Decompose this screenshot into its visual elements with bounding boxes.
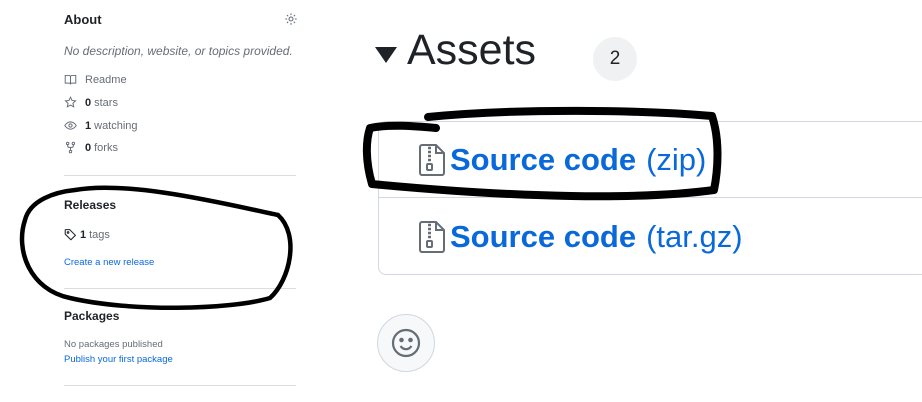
stars-link[interactable]: 0 stars: [64, 96, 118, 109]
about-heading: About: [64, 12, 102, 27]
star-icon: [64, 96, 77, 108]
sidebar-divider: [64, 175, 296, 176]
assets-count-badge: 2: [593, 37, 637, 81]
file-zip-icon: [419, 221, 445, 253]
asset-link-tar-gz[interactable]: Source code (tar.gz): [418, 219, 743, 255]
tags-label: tags: [89, 228, 110, 241]
asset-link-zip[interactable]: Source code (zip): [418, 142, 706, 178]
triangle-down-icon: [375, 46, 397, 63]
repo-description: No description, website, or topics provi…: [64, 44, 293, 58]
publish-package-link[interactable]: Publish your first package: [64, 354, 173, 365]
stars-count: 0: [85, 96, 92, 109]
gear-icon[interactable]: [284, 12, 298, 26]
packages-heading[interactable]: Packages: [64, 309, 119, 323]
fork-icon: [65, 141, 76, 154]
assets-heading: Assets: [407, 26, 537, 74]
file-zip-icon: [419, 144, 445, 176]
add-reaction-button[interactable]: [377, 314, 435, 372]
tag-icon: [64, 229, 77, 241]
eye-icon: [64, 121, 77, 130]
forks-link[interactable]: 0 forks: [64, 141, 118, 154]
asset-ext: (tar.gz): [646, 219, 743, 254]
asset-divider: [378, 197, 922, 198]
readme-link[interactable]: Readme: [64, 73, 127, 86]
book-icon: [64, 74, 77, 85]
sidebar-divider: [64, 385, 296, 386]
forks-label: forks: [94, 141, 118, 154]
stars-label: stars: [94, 96, 118, 109]
assets-summary[interactable]: Assets: [375, 26, 536, 75]
releases-heading[interactable]: Releases: [64, 198, 116, 212]
asset-name: Source code: [450, 142, 637, 177]
sidebar-divider: [64, 288, 296, 289]
asset-name: Source code: [450, 219, 637, 254]
forks-count: 0: [85, 141, 92, 154]
tags-count: 1: [80, 228, 87, 241]
watching-link[interactable]: 1 watching: [64, 119, 138, 132]
no-packages-text: No packages published: [64, 339, 163, 350]
asset-ext: (zip): [646, 142, 707, 177]
watching-count: 1: [85, 119, 92, 132]
watching-label: watching: [94, 119, 138, 132]
tags-link[interactable]: 1 tags: [64, 228, 110, 241]
annotation-circle-releases: [19, 185, 293, 311]
smiley-icon: [391, 328, 421, 358]
readme-label: Readme: [85, 73, 127, 86]
create-release-link[interactable]: Create a new release: [64, 257, 154, 268]
